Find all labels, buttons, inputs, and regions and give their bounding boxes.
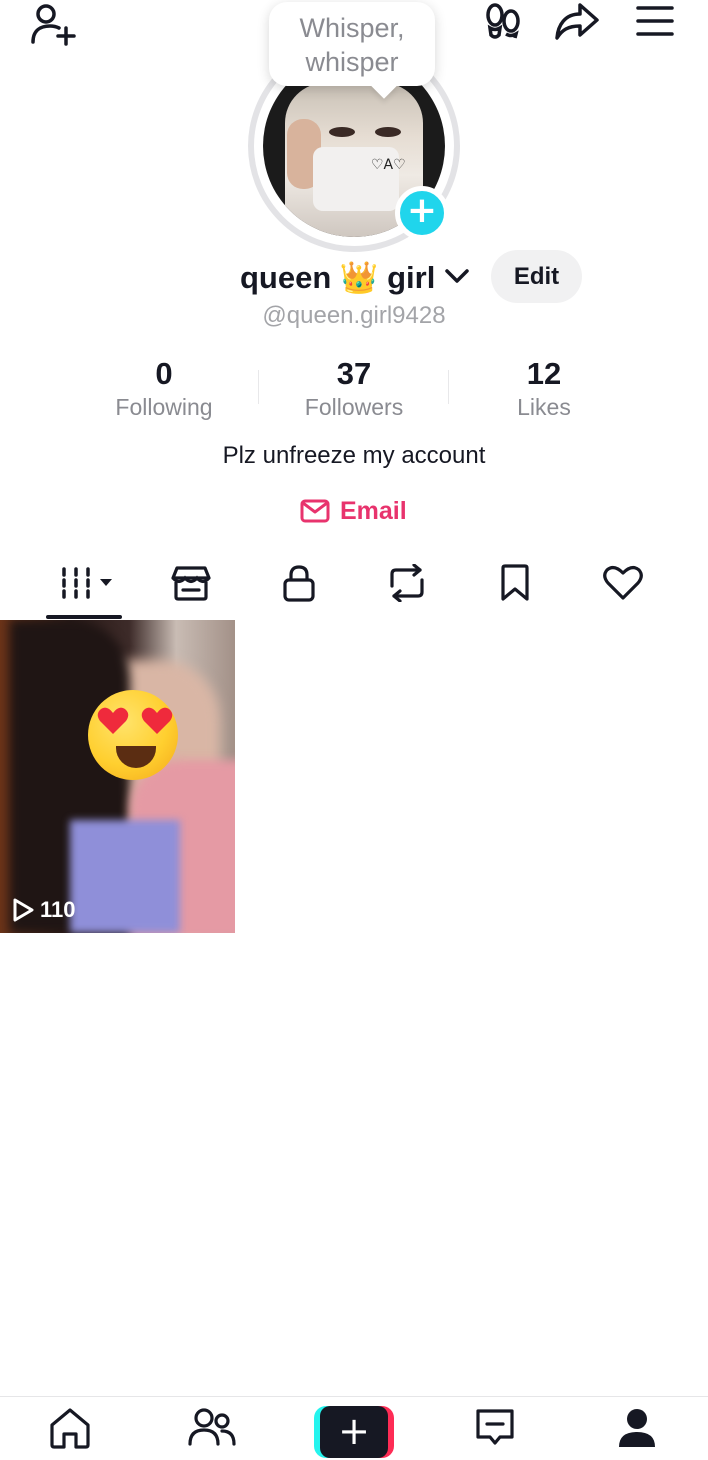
content-tabs — [0, 555, 708, 619]
footprints-icon[interactable] — [478, 0, 528, 46]
stat-likes[interactable]: 12 Likes — [469, 356, 619, 422]
stat-followers-value: 37 — [336, 356, 372, 391]
tab-liked[interactable] — [573, 555, 673, 611]
story-bubble[interactable]: Whisper, whisper — [269, 2, 435, 86]
play-icon — [13, 898, 34, 922]
add-story-button[interactable]: + — [395, 186, 449, 240]
bio: Plz unfreeze my account — [222, 442, 486, 469]
tab-private[interactable] — [249, 555, 349, 611]
add-friend-icon[interactable] — [28, 0, 78, 50]
profile-icon — [619, 1409, 655, 1447]
view-count: 110 — [12, 896, 76, 924]
avatar-veil-text: ♡A♡ — [371, 157, 406, 173]
grid-icon — [62, 567, 112, 599]
stat-following-label: Following — [115, 394, 213, 420]
menu-icon[interactable] — [630, 0, 680, 46]
repost-icon — [390, 564, 424, 602]
create-button[interactable]: + — [314, 1406, 394, 1458]
heart-icon — [603, 566, 643, 600]
bookmark-icon — [501, 564, 529, 601]
active-tab-indicator — [46, 615, 122, 619]
tab-videos[interactable] — [38, 555, 138, 611]
share-icon[interactable] — [552, 0, 602, 46]
display-name[interactable]: queen 👑 girl — [240, 259, 435, 296]
chevron-down-icon[interactable] — [444, 267, 470, 290]
stat-likes-value: 12 — [526, 356, 562, 391]
tab-saved[interactable] — [465, 555, 565, 611]
video-thumbnail[interactable]: 110 — [0, 620, 235, 933]
tab-reposts[interactable] — [357, 555, 457, 611]
story-bubble-line1: Whisper, — [299, 13, 405, 43]
mail-icon — [300, 499, 330, 523]
nav-home[interactable] — [30, 1407, 110, 1457]
nav-friends[interactable] — [172, 1407, 252, 1457]
tab-shop[interactable] — [141, 555, 241, 611]
lock-icon — [283, 565, 315, 602]
story-bubble-line2: whisper — [305, 47, 399, 77]
home-icon — [50, 1408, 90, 1449]
stat-following[interactable]: 0 Following — [89, 356, 239, 422]
friends-icon — [188, 1408, 236, 1446]
inbox-icon — [476, 1409, 514, 1445]
stat-followers-label: Followers — [304, 394, 404, 420]
stat-likes-label: Likes — [517, 394, 571, 420]
nav-inbox[interactable] — [455, 1407, 535, 1457]
shop-icon — [171, 566, 211, 601]
stat-followers[interactable]: 37 Followers — [279, 356, 429, 422]
email-link[interactable]: Email — [300, 494, 407, 528]
stat-divider — [448, 370, 449, 404]
stat-following-value: 0 — [155, 356, 173, 391]
name-row: queen 👑 girl Edit — [0, 250, 708, 303]
nav-profile[interactable] — [597, 1407, 677, 1457]
create-icon: + — [320, 1406, 388, 1458]
stat-divider — [258, 370, 259, 404]
username: @queen.girl9428 — [262, 302, 446, 329]
edit-profile-button[interactable]: Edit — [491, 250, 582, 303]
email-label: Email — [340, 496, 407, 525]
view-count-value: 110 — [40, 897, 76, 922]
bottom-nav: + — [0, 1396, 708, 1460]
stats-row: 0 Following 37 Followers 12 Likes — [0, 356, 708, 426]
